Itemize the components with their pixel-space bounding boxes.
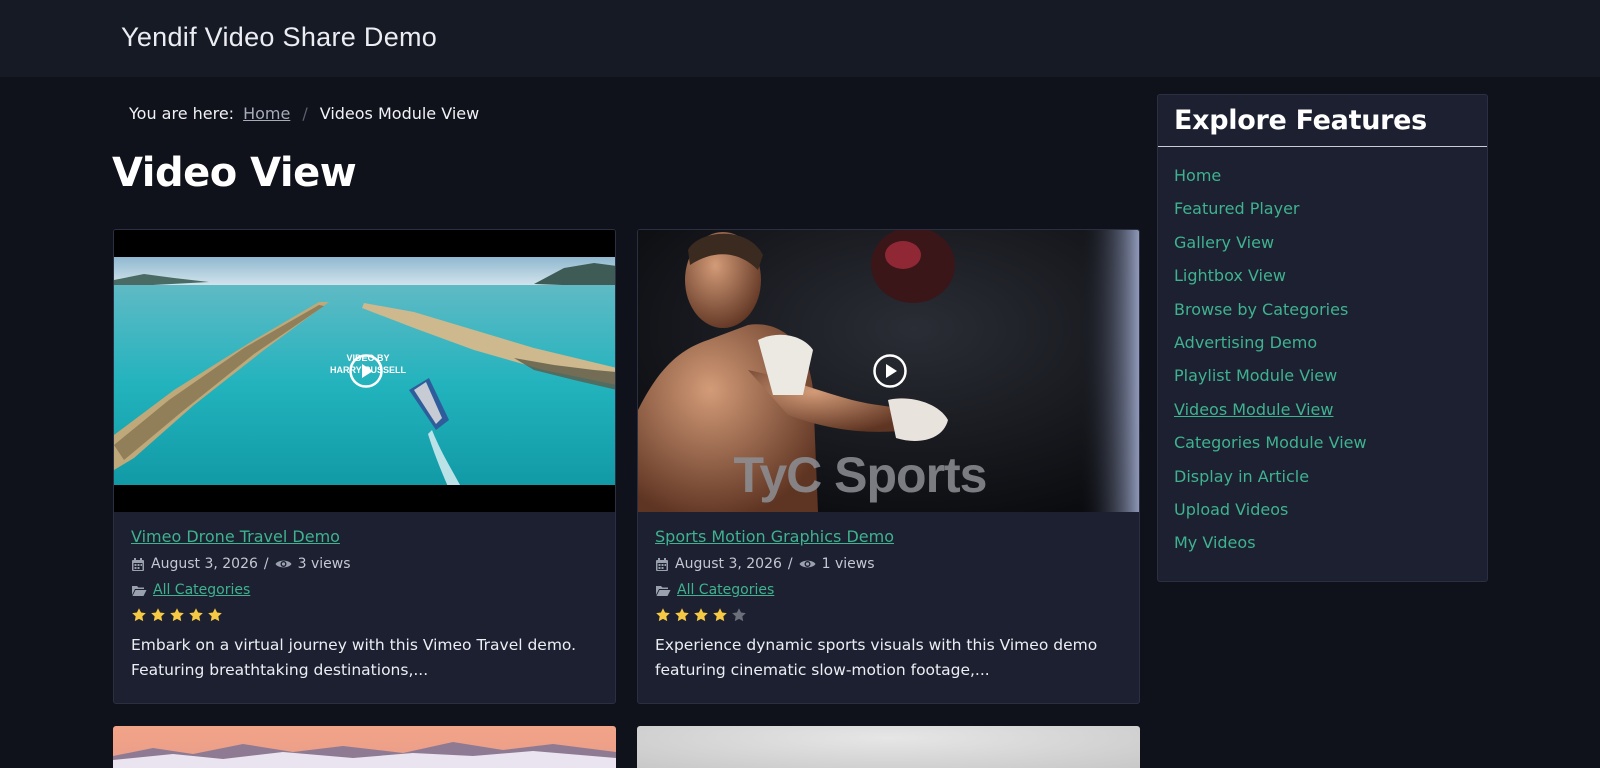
- calendar-icon: [656, 557, 668, 571]
- star-icon: [132, 608, 146, 622]
- sidebar-item-my-videos[interactable]: My Videos: [1174, 532, 1471, 565]
- video-date: August 3, 2026: [675, 556, 782, 572]
- breadcrumb-current: Videos Module View: [319, 104, 480, 123]
- site-header: Yendif Video Share Demo: [0, 0, 1600, 77]
- sidebar-item-label[interactable]: Advertising Demo: [1174, 333, 1317, 352]
- video-title-link[interactable]: Vimeo Drone Travel Demo: [131, 526, 601, 548]
- star-rating: [655, 606, 1125, 624]
- mountain-image: [113, 726, 616, 768]
- sidebar-item-label[interactable]: Home: [1174, 166, 1221, 185]
- sidebar-item-label[interactable]: Categories Module View: [1174, 433, 1367, 452]
- star-icon: [656, 608, 670, 622]
- star-icon: [713, 608, 727, 622]
- sidebar-item-label[interactable]: Upload Videos: [1174, 500, 1288, 519]
- video-meta: August 3, 2026 / 1 views: [655, 554, 1125, 574]
- sidebar-item-label[interactable]: Lightbox View: [1174, 266, 1286, 285]
- sidebar-item-label[interactable]: Featured Player: [1174, 199, 1300, 218]
- sidebar-item-label[interactable]: Display in Article: [1174, 467, 1309, 486]
- breadcrumb: You are here: Home / Videos Module View: [129, 104, 479, 123]
- star-icon: [189, 608, 203, 622]
- grey-image: [637, 726, 1140, 768]
- breadcrumb-home-link[interactable]: Home: [243, 104, 290, 123]
- video-watermark: TyC Sports: [734, 447, 987, 503]
- sidebar-item-lightbox-view[interactable]: Lightbox View: [1174, 265, 1471, 298]
- folder-icon: [656, 585, 671, 596]
- folder-icon: [132, 585, 147, 596]
- eye-icon: [275, 560, 292, 568]
- video-card-partial[interactable]: [637, 726, 1140, 768]
- video-card: VIDEO BY HARRY RUSSELL Vimeo Drone Trave…: [113, 229, 616, 704]
- sidebar-item-label[interactable]: Videos Module View: [1174, 400, 1333, 419]
- meta-separator: /: [263, 556, 269, 572]
- video-card: TyC Sports Sports Motion Graphics Demo A…: [637, 229, 1140, 704]
- star-icon: [694, 608, 708, 622]
- video-category: All Categories: [655, 580, 1125, 600]
- category-link[interactable]: All Categories: [153, 580, 250, 600]
- breadcrumb-separator: /: [302, 104, 308, 123]
- star-icon: [208, 608, 222, 622]
- sidebar-item-label[interactable]: My Videos: [1174, 533, 1256, 552]
- calendar-icon: [132, 557, 144, 571]
- video-description: Embark on a virtual journey with this Vi…: [131, 636, 577, 679]
- breadcrumb-prefix: You are here:: [129, 104, 235, 123]
- sidebar-item-advertising-demo[interactable]: Advertising Demo: [1174, 332, 1471, 365]
- video-thumbnail[interactable]: TyC Sports: [638, 230, 1139, 512]
- video-views: 3 views: [297, 556, 351, 572]
- sidebar-title: Explore Features: [1158, 95, 1487, 147]
- star-icon: [675, 608, 689, 622]
- sidebar-item-upload-videos[interactable]: Upload Videos: [1174, 499, 1471, 532]
- video-views: 1 views: [821, 556, 875, 572]
- sidebar-item-label[interactable]: Playlist Module View: [1174, 366, 1337, 385]
- star-icon: [732, 608, 746, 622]
- sidebar-item-display-in-article[interactable]: Display in Article: [1174, 466, 1471, 499]
- site-title[interactable]: Yendif Video Share Demo: [121, 22, 437, 53]
- meta-separator: /: [787, 556, 793, 572]
- video-title-link[interactable]: Sports Motion Graphics Demo: [655, 526, 1125, 548]
- star-icon: [170, 608, 184, 622]
- video-thumbnail[interactable]: VIDEO BY HARRY RUSSELL: [114, 230, 615, 512]
- sidebar-explore-features: Explore Features Home Featured Player Ga…: [1157, 94, 1488, 582]
- sidebar-item-featured-player[interactable]: Featured Player: [1174, 198, 1471, 231]
- category-link[interactable]: All Categories: [677, 580, 774, 600]
- play-circle-icon[interactable]: [872, 353, 908, 389]
- play-circle-icon[interactable]: [348, 353, 384, 389]
- sidebar-menu: Home Featured Player Gallery View Lightb…: [1158, 147, 1487, 566]
- eye-icon: [799, 560, 816, 568]
- video-date: August 3, 2026: [151, 556, 258, 572]
- sidebar-item-categories-module-view[interactable]: Categories Module View: [1174, 432, 1471, 465]
- sidebar-item-videos-module-view[interactable]: Videos Module View: [1174, 399, 1471, 432]
- sidebar-item-label[interactable]: Gallery View: [1174, 233, 1274, 252]
- sidebar-item-playlist-module-view[interactable]: Playlist Module View: [1174, 365, 1471, 398]
- video-card-partial[interactable]: [113, 726, 616, 768]
- sidebar-item-browse-by-categories[interactable]: Browse by Categories: [1174, 299, 1471, 332]
- star-icon: [151, 608, 165, 622]
- sidebar-item-home[interactable]: Home: [1174, 165, 1471, 198]
- page-title: Video View: [112, 150, 357, 196]
- video-category: All Categories: [131, 580, 601, 600]
- star-rating: [131, 606, 601, 624]
- sidebar-item-label[interactable]: Browse by Categories: [1174, 300, 1348, 319]
- video-meta: August 3, 2026 / 3 views: [131, 554, 601, 574]
- sidebar-item-gallery-view[interactable]: Gallery View: [1174, 232, 1471, 265]
- video-description: Experience dynamic sports visuals with t…: [655, 636, 1098, 679]
